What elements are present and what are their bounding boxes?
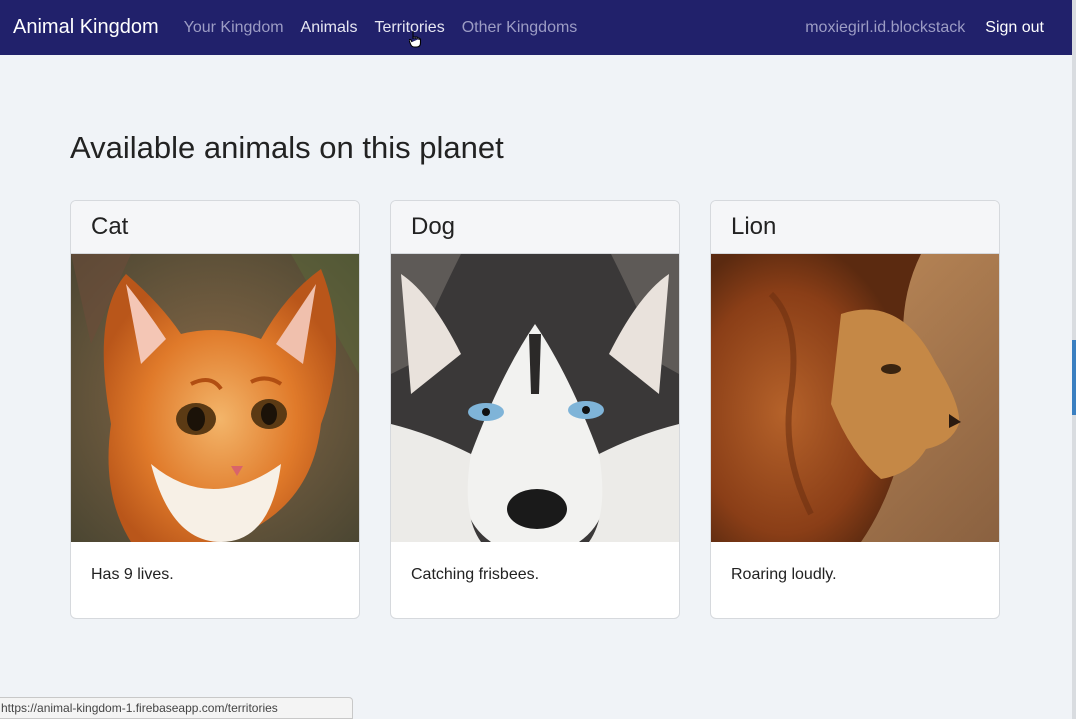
card-title: Dog [391, 201, 679, 254]
card-description: Catching frisbees. [411, 566, 540, 583]
user-id: moxiegirl.id.blockstack [805, 18, 966, 36]
browser-status-url: https://animal-kingdom-1.firebaseapp.com… [0, 697, 353, 719]
animal-card-lion[interactable]: Lion Roaring loudly. [710, 200, 1000, 619]
page-title: Available animals on this planet [70, 130, 504, 165]
card-title: Lion [711, 201, 999, 254]
card-description: Roaring loudly. [731, 566, 837, 583]
lion-photo-icon [711, 254, 999, 542]
nav-your-kingdom[interactable]: Your Kingdom [184, 19, 284, 37]
window-edge [1072, 0, 1076, 719]
top-navbar: Animal Kingdom Your Kingdom Animals Terr… [0, 0, 1072, 55]
hand-cursor-icon [409, 31, 422, 48]
nav-other-kingdoms[interactable]: Other Kingdoms [462, 19, 578, 37]
brand-link[interactable]: Animal Kingdom [13, 16, 159, 39]
animal-card-dog[interactable]: Dog Catching frisbees. [390, 200, 680, 619]
card-title: Cat [71, 201, 359, 254]
nav-right: moxiegirl.id.blockstack Sign out [805, 19, 1059, 37]
cat-photo-icon [71, 254, 359, 542]
nav-animals[interactable]: Animals [301, 19, 358, 37]
sign-out-link[interactable]: Sign out [985, 19, 1044, 37]
card-description: Has 9 lives. [91, 566, 174, 583]
animal-card-cat[interactable]: Cat Has 9 lives. [70, 200, 360, 619]
husky-photo-icon [391, 254, 679, 542]
